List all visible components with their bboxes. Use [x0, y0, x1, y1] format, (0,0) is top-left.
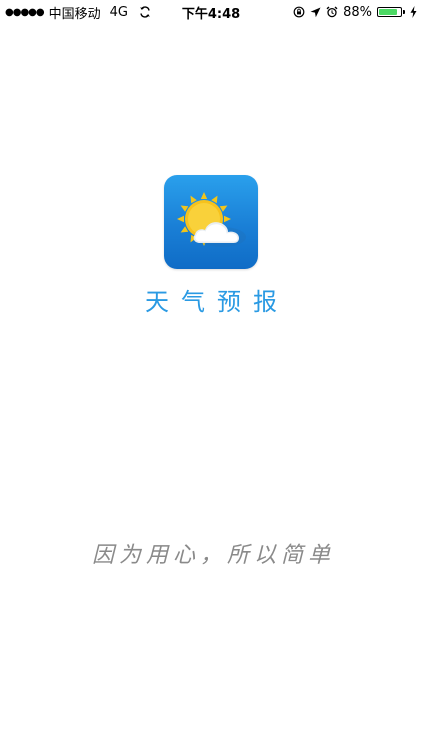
signal-strength-icon: ●●●●● — [5, 6, 45, 18]
battery-icon — [377, 7, 405, 17]
sync-icon — [139, 6, 151, 18]
status-bar-left: ●●●●● 中国移动 4G — [5, 0, 151, 24]
network-type: 4G — [109, 4, 129, 20]
battery-percentage: 88% — [343, 4, 372, 20]
location-arrow-icon — [310, 7, 321, 18]
slogan: 因为用心，所以简单 — [91, 543, 335, 568]
carrier-name: 中国移动 — [48, 6, 101, 22]
charging-bolt-icon — [410, 6, 417, 18]
status-bar: ●●●●● 中国移动 4G 下午4:48 88% — [0, 0, 422, 24]
orientation-lock-icon — [293, 6, 305, 18]
weather-sun-cloud-icon — [164, 175, 258, 269]
app-title: 天气预报 — [145, 288, 289, 316]
status-bar-right: 88% — [293, 0, 417, 24]
alarm-icon — [326, 6, 338, 18]
